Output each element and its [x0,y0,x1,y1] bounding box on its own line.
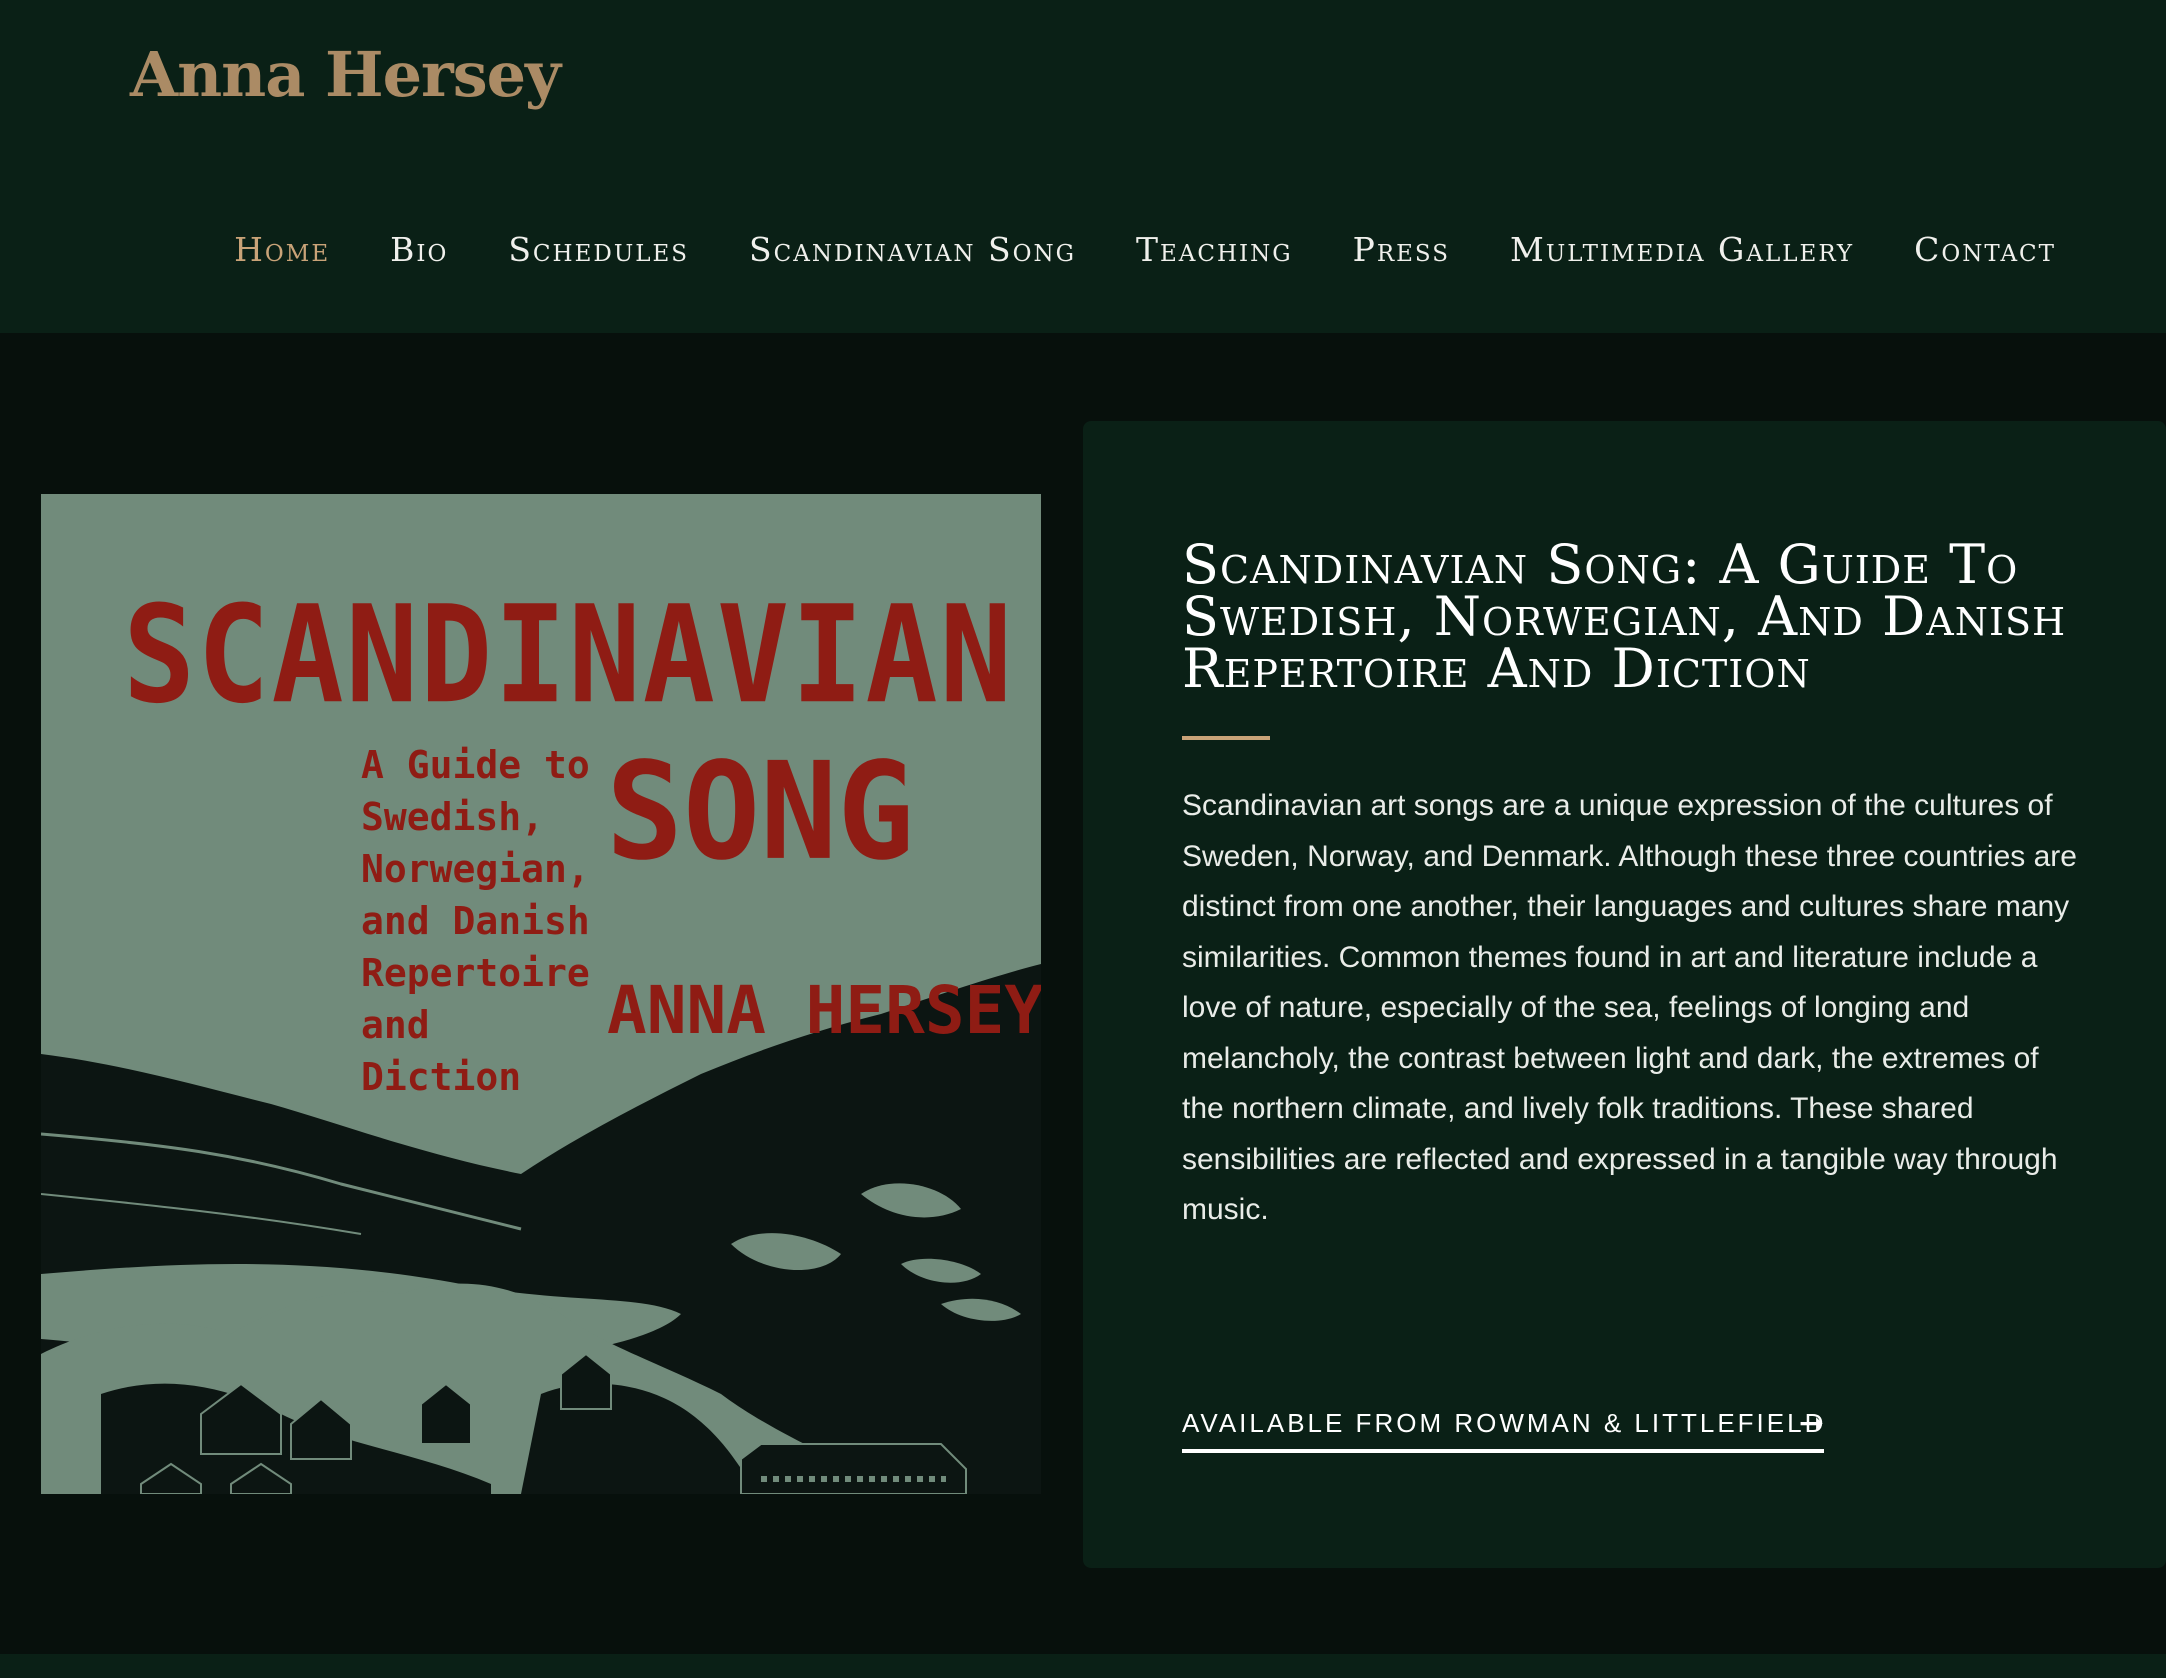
nav-item-teaching[interactable]: Teaching [1136,230,1293,269]
site-logo[interactable]: Anna Hersey [130,38,561,111]
nav-item-bio[interactable]: Bio [390,230,448,269]
cover-subtitle-line: and Diction [361,1003,522,1099]
nav-item-multimedia-gallery[interactable]: Multimedia Gallery [1510,230,1854,269]
nav-item-press[interactable]: Press [1353,230,1450,269]
nav-item-home[interactable]: Home [234,230,330,269]
nav-item-contact[interactable]: Contact [1914,230,2056,269]
main-nav: Home Bio Schedules Scandinavian Song Tea… [234,230,2056,269]
nav-item-schedules[interactable]: Schedules [508,230,689,269]
available-from-link-label: AVAILABLE FROM ROWMAN & LITTLEFIELD [1182,1408,1827,1438]
cover-subtitle-line: Swedish, [361,795,545,839]
arrow-right-icon: ➞ [1798,1407,1824,1440]
cover-author: ANNA HERSEY [607,972,1041,1049]
cover-subtitle-line: Norwegian, [361,847,590,891]
book-title: Scandinavian Song: A Guide To Swedish, N… [1182,533,2067,700]
book-cover-image: SCANDINAVIAN A Guide to Swedish, Norwegi… [41,494,1041,1494]
title-divider [1182,736,1270,740]
book-feature-panel: Scandinavian Song: A Guide To Swedish, N… [1083,421,2166,1568]
cover-title: SCANDINAVIAN [123,578,1014,734]
cover-title-song: SONG [606,734,915,891]
cover-subtitle-line: Repertoire [361,951,590,995]
site-header: Anna Hersey Home Bio Schedules Scandinav… [0,0,2166,333]
book-description: Scandinavian art songs are a unique expr… [1182,789,2077,1226]
available-from-link[interactable]: AVAILABLE FROM ROWMAN & LITTLEFIELD ➞ [1182,1407,1827,1453]
footer-strip [0,1654,2166,1678]
cover-subtitle-line: A Guide to [361,743,590,787]
nav-item-scandinavian-song[interactable]: Scandinavian Song [749,230,1076,269]
cover-subtitle: A Guide to Swedish, Norwegian, and Danis… [361,739,611,1103]
cover-subtitle-line: and Danish [361,899,590,943]
